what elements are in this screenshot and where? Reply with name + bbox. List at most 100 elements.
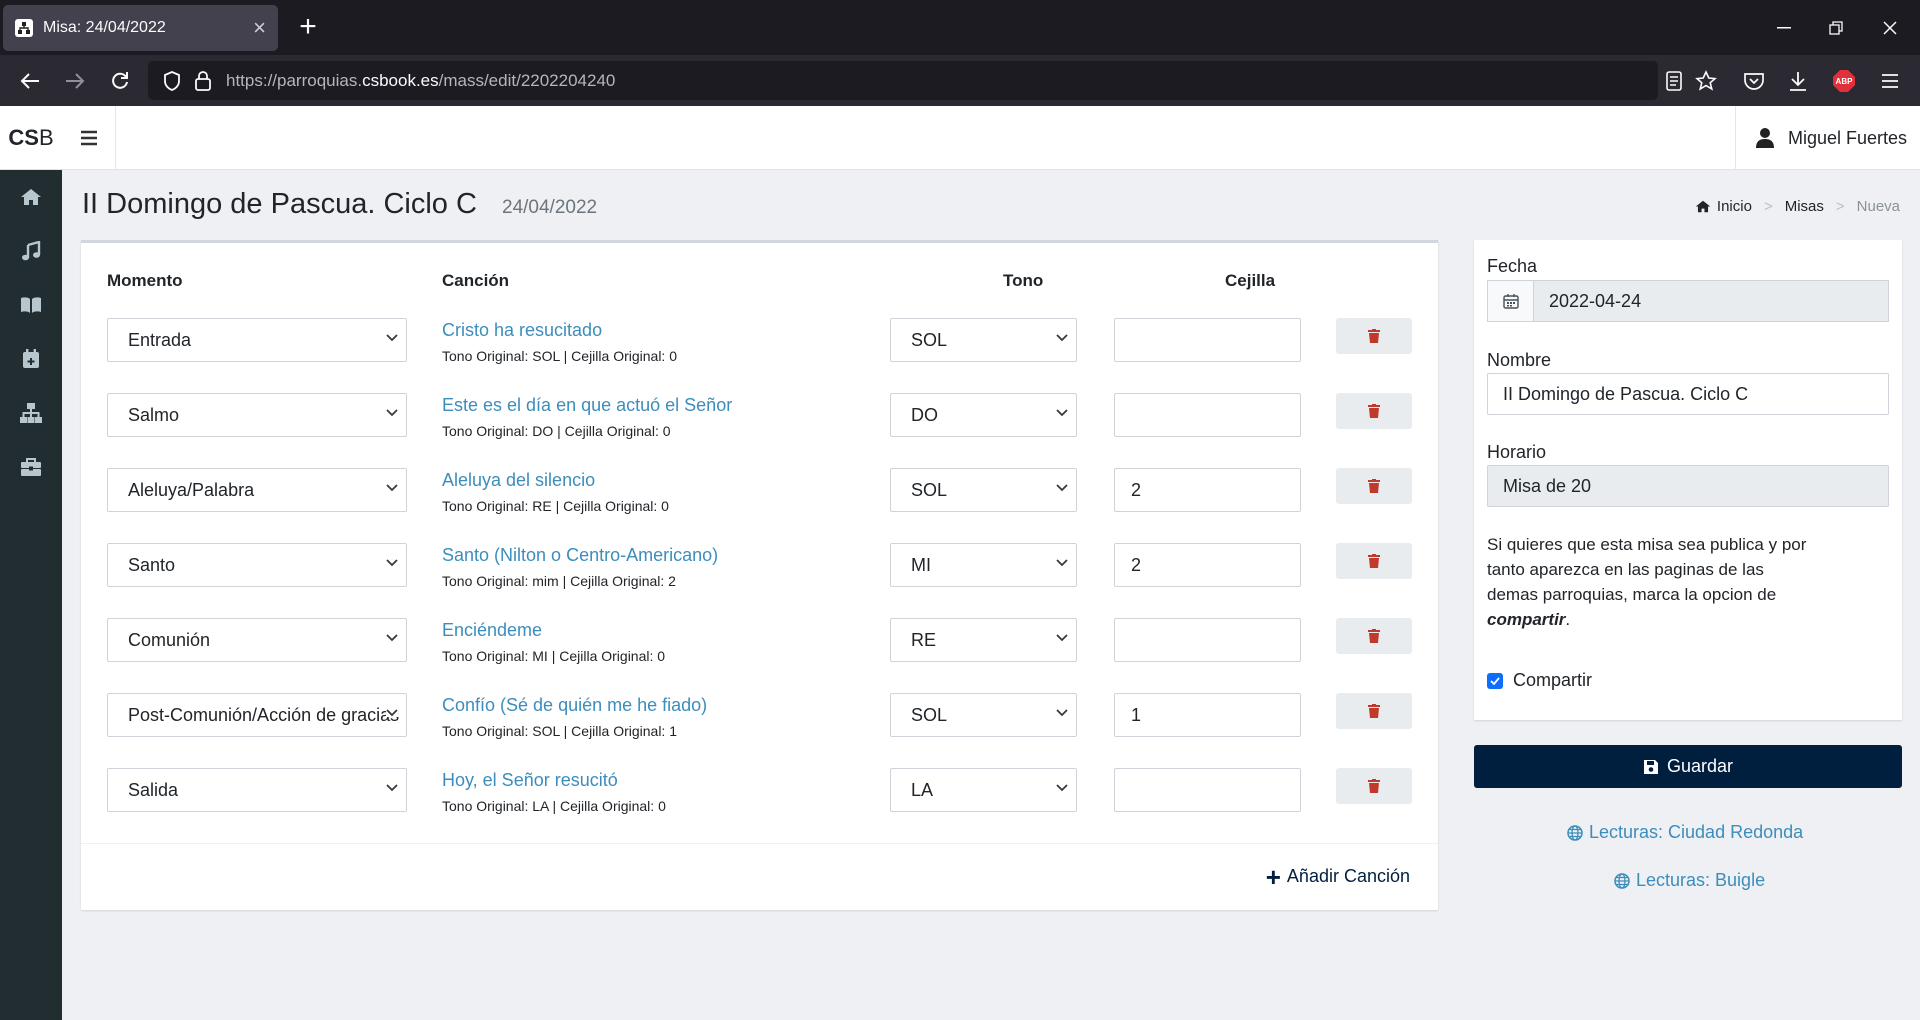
- table-row: Salida Hoy, el Señor resucitó Tono Origi…: [81, 768, 1438, 843]
- downloads-icon[interactable]: [1784, 67, 1812, 95]
- horario-field[interactable]: Misa de 20: [1487, 465, 1889, 507]
- trash-icon: [1368, 479, 1380, 493]
- tono-value: LA: [911, 779, 934, 800]
- sidebar-item-songs[interactable]: [0, 224, 62, 278]
- page-date: 24/04/2022: [502, 197, 598, 218]
- adblock-plus-icon[interactable]: ABP: [1830, 67, 1858, 95]
- add-song-button[interactable]: + Añadir Canción: [1266, 864, 1410, 890]
- sidebar-item-masses[interactable]: [0, 332, 62, 386]
- user-name: Miguel Fuertes: [1788, 127, 1908, 148]
- breadcrumb-separator: >: [1763, 198, 1773, 215]
- help-text: Si quieres que esta misa sea publica y p…: [1487, 535, 1807, 604]
- song-link[interactable]: Santo (Nilton o Centro-Americano): [442, 545, 718, 566]
- cejilla-input[interactable]: [1114, 393, 1301, 437]
- window-close-icon[interactable]: [1862, 0, 1918, 55]
- nombre-input[interactable]: II Domingo de Pascua. Ciclo C: [1487, 373, 1889, 415]
- delete-song-button[interactable]: [1336, 318, 1412, 354]
- reading-link-ciudad-redonda[interactable]: Lecturas: Ciudad Redonda: [1567, 822, 1803, 843]
- reader-view-icon[interactable]: [1660, 67, 1688, 95]
- delete-song-button[interactable]: [1336, 768, 1412, 804]
- header-cejilla: Cejilla: [1225, 271, 1276, 290]
- pocket-icon[interactable]: [1740, 67, 1768, 95]
- song-link[interactable]: Cristo ha resucitado: [442, 320, 602, 341]
- momento-value: Aleluya/Palabra: [128, 479, 255, 500]
- delete-song-button[interactable]: [1336, 693, 1412, 729]
- sidebar-item-tools[interactable]: [0, 440, 62, 494]
- page-title: II Domingo de Pascua. Ciclo C: [82, 188, 477, 220]
- app-header: CS B Miguel Fuertes: [0, 106, 1920, 170]
- momento-select[interactable]: Aleluya/Palabra: [107, 468, 407, 512]
- forward-icon[interactable]: [57, 63, 93, 99]
- fecha-label: Fecha: [1487, 256, 1538, 276]
- tono-select[interactable]: MI: [890, 543, 1077, 587]
- checkbox-checked-icon[interactable]: [1487, 672, 1503, 689]
- momento-value: Post-Comunión/Acción de gracias: [128, 704, 400, 725]
- momento-select[interactable]: Post-Comunión/Acción de gracias: [107, 693, 407, 737]
- tracking-shield-icon[interactable]: [162, 70, 184, 92]
- song-link[interactable]: Este es el día en que actuó el Señor: [442, 395, 732, 416]
- delete-song-button[interactable]: [1336, 393, 1412, 429]
- minimize-icon[interactable]: [1756, 0, 1812, 55]
- table-row: Entrada Cristo ha resucitado Tono Origin…: [81, 318, 1438, 393]
- chevron-down-icon: [1056, 559, 1068, 567]
- tono-select[interactable]: SOL: [890, 468, 1077, 512]
- reading-link-buigle[interactable]: Lecturas: Buigle: [1614, 870, 1765, 891]
- breadcrumb-misas[interactable]: Misas: [1785, 198, 1824, 215]
- header-momento: Momento: [107, 271, 183, 290]
- song-link[interactable]: Enciéndeme: [442, 620, 542, 641]
- chevron-down-icon: [1056, 334, 1068, 342]
- chevron-down-icon: [1056, 784, 1068, 792]
- url-host: csbook.es: [362, 70, 439, 90]
- sidebar-item-home[interactable]: [0, 170, 62, 224]
- cejilla-input[interactable]: [1114, 618, 1301, 662]
- momento-select[interactable]: Salida: [107, 768, 407, 812]
- cejilla-input[interactable]: 2: [1114, 543, 1301, 587]
- delete-song-button[interactable]: [1336, 618, 1412, 654]
- nombre-label: Nombre: [1487, 350, 1552, 370]
- sidebar-item-books[interactable]: [0, 278, 62, 332]
- momento-select[interactable]: Santo: [107, 543, 407, 587]
- song-meta: Tono Original: SOL | Cejilla Original: 0: [442, 348, 677, 364]
- chevron-down-icon: [1056, 484, 1068, 492]
- cejilla-input[interactable]: [1114, 768, 1301, 812]
- share-checkbox[interactable]: Compartir: [1487, 670, 1592, 691]
- song-link[interactable]: Confío (Sé de quién me he fiado): [442, 695, 707, 716]
- lock-icon[interactable]: [194, 70, 216, 92]
- song-link[interactable]: Aleluya del silencio: [442, 470, 595, 491]
- breadcrumb-current: Nueva: [1856, 198, 1900, 215]
- cejilla-input[interactable]: 2: [1114, 468, 1301, 512]
- tono-select[interactable]: SOL: [890, 318, 1077, 362]
- music-icon: [22, 241, 41, 261]
- breadcrumb-home[interactable]: Inicio: [1717, 198, 1752, 215]
- add-song-label: Añadir Canción: [1286, 866, 1410, 886]
- back-icon[interactable]: [12, 63, 48, 99]
- cejilla-input[interactable]: 1: [1114, 693, 1301, 737]
- delete-song-button[interactable]: [1336, 468, 1412, 504]
- tono-select[interactable]: RE: [890, 618, 1077, 662]
- sidebar-item-parishes[interactable]: [0, 386, 62, 440]
- tab-close-icon[interactable]: ×: [253, 17, 266, 39]
- sidebar-toggle-icon[interactable]: [62, 106, 116, 170]
- tono-select[interactable]: LA: [890, 768, 1077, 812]
- bookmark-star-icon[interactable]: [1692, 67, 1720, 95]
- table-row: Comunión Enciéndeme Tono Original: MI | …: [81, 618, 1438, 693]
- cejilla-input[interactable]: [1114, 318, 1301, 362]
- url-bar[interactable]: https://parroquias. csbook.es/mass/edit/2…: [148, 61, 1658, 100]
- user-menu[interactable]: Miguel Fuertes: [1735, 106, 1920, 170]
- fecha-field[interactable]: 2022-04-24: [1487, 280, 1889, 322]
- momento-select[interactable]: Entrada: [107, 318, 407, 362]
- reload-icon[interactable]: [102, 63, 138, 99]
- brand-logo[interactable]: CS B: [0, 106, 62, 170]
- momento-select[interactable]: Comunión: [107, 618, 407, 662]
- app-menu-icon[interactable]: [1876, 67, 1904, 95]
- momento-select[interactable]: Salmo: [107, 393, 407, 437]
- tab-title: Misa: 24/04/2022: [43, 19, 166, 36]
- tono-select[interactable]: SOL: [890, 693, 1077, 737]
- delete-song-button[interactable]: [1336, 543, 1412, 579]
- song-link[interactable]: Hoy, el Señor resucitó: [442, 770, 618, 791]
- save-button[interactable]: Guardar: [1474, 745, 1902, 788]
- new-tab-icon[interactable]: +: [290, 10, 326, 46]
- restore-icon[interactable]: [1808, 0, 1864, 55]
- tono-select[interactable]: DO: [890, 393, 1077, 437]
- browser-tab[interactable]: Misa: 24/04/2022 ×: [3, 5, 278, 51]
